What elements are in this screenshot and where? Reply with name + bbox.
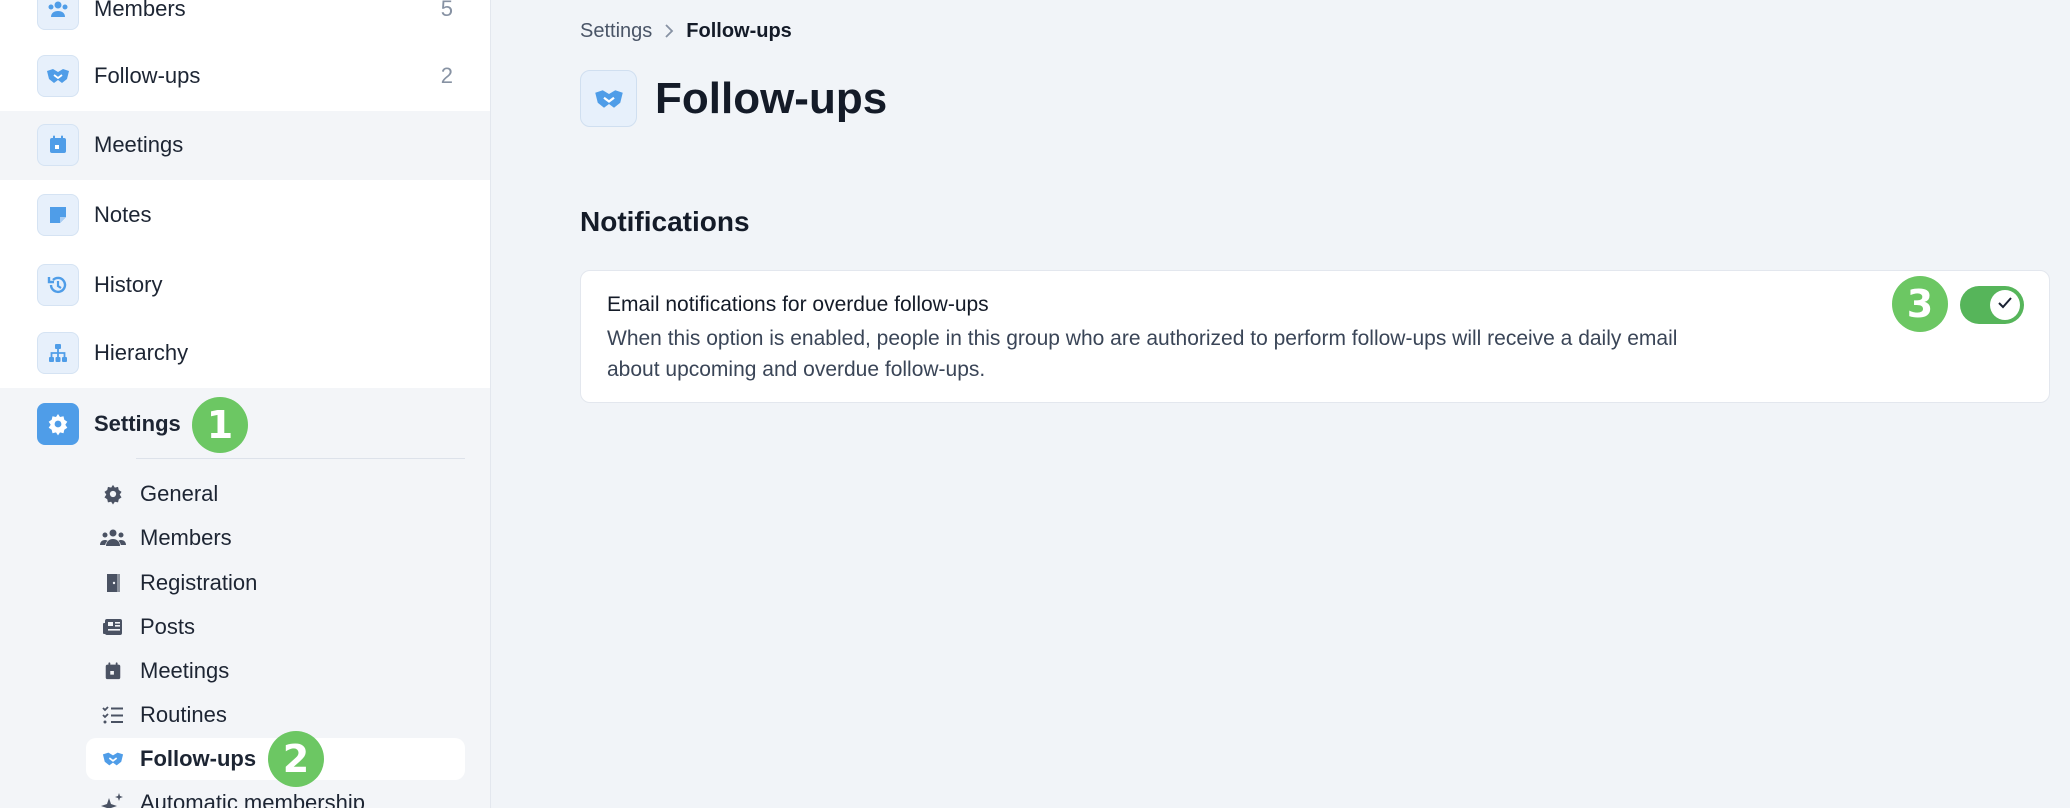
settings-item-label: Routines xyxy=(140,702,227,727)
sidebar-item-label: Follow-ups xyxy=(94,63,201,88)
divider xyxy=(136,458,465,459)
handshake-icon xyxy=(37,55,79,97)
settings-item-label: Posts xyxy=(140,614,196,639)
checklist-icon xyxy=(100,702,126,728)
gear-icon xyxy=(100,481,126,507)
sidebar-item-history[interactable]: History xyxy=(0,250,490,320)
settings-item-members[interactable]: Members xyxy=(86,517,465,559)
toggle-knob xyxy=(1990,290,2020,320)
handshake-icon xyxy=(580,70,637,127)
handshake-icon xyxy=(100,746,126,772)
members-count: 5 xyxy=(440,0,453,21)
settings-item-label: Meetings xyxy=(140,658,230,683)
settings-item-routines[interactable]: Routines xyxy=(86,694,465,736)
members-icon xyxy=(100,525,126,551)
step-badge-3: 3 xyxy=(1892,276,1948,332)
breadcrumb-current: Follow-ups xyxy=(686,19,792,42)
email-notifications-toggle[interactable] xyxy=(1960,286,2024,324)
sidebar-item-hierarchy[interactable]: Hierarchy xyxy=(0,318,490,388)
section-title-notifications: Notifications xyxy=(580,206,750,237)
step-badge-2: 2 xyxy=(268,731,324,787)
notification-setting-card: Email notifications for overdue follow-u… xyxy=(580,270,2050,403)
settings-item-label: Registration xyxy=(140,570,258,595)
settings-item-label: General xyxy=(140,481,219,506)
sidebar-item-label: Hierarchy xyxy=(94,340,189,365)
door-icon xyxy=(100,570,126,596)
chevron-right-icon xyxy=(664,24,674,38)
sidebar-item-meetings[interactable]: Meetings xyxy=(0,110,490,180)
hierarchy-icon xyxy=(37,332,79,374)
settings-item-automatic-membership[interactable]: Automatic membership xyxy=(86,782,465,808)
setting-description: When this option is enabled, people in t… xyxy=(607,327,1678,381)
page-title: Follow-ups xyxy=(655,74,888,123)
calendar-icon xyxy=(37,124,79,166)
sidebar: Members 5 Follow-ups 2 Meetings Notes Hi… xyxy=(0,0,491,808)
follow-ups-count: 2 xyxy=(440,63,453,88)
sidebar-item-label: Settings xyxy=(94,411,181,436)
gear-icon xyxy=(37,403,79,445)
calendar-icon xyxy=(100,658,126,684)
settings-item-posts[interactable]: Posts xyxy=(86,606,465,648)
settings-item-label: Automatic membership xyxy=(140,790,365,808)
note-icon xyxy=(37,194,79,236)
members-icon xyxy=(37,0,79,30)
sidebar-item-label: Members xyxy=(94,0,186,21)
sidebar-item-label: Meetings xyxy=(94,132,184,157)
sidebar-item-members[interactable]: Members 5 xyxy=(0,0,490,44)
history-icon xyxy=(37,264,79,306)
sparkle-icon xyxy=(100,790,126,808)
sidebar-item-notes[interactable]: Notes xyxy=(0,180,490,250)
sidebar-item-label: Notes xyxy=(94,202,152,227)
breadcrumb: Settings Follow-ups xyxy=(580,18,792,44)
step-badge-1: 1 xyxy=(192,397,248,453)
settings-item-label: Members xyxy=(140,525,232,550)
settings-item-label: Follow-ups xyxy=(140,746,257,771)
sidebar-item-label: History xyxy=(94,272,163,297)
settings-item-meetings[interactable]: Meetings xyxy=(86,650,465,692)
check-icon xyxy=(1997,296,2013,315)
sidebar-item-follow-ups[interactable]: Follow-ups 2 xyxy=(0,41,490,111)
newspaper-icon xyxy=(100,614,126,640)
breadcrumb-settings-link[interactable]: Settings xyxy=(580,20,652,43)
settings-item-general[interactable]: General xyxy=(86,473,465,515)
setting-title: Email notifications for overdue follow-u… xyxy=(607,293,989,316)
settings-item-registration[interactable]: Registration xyxy=(86,562,465,604)
